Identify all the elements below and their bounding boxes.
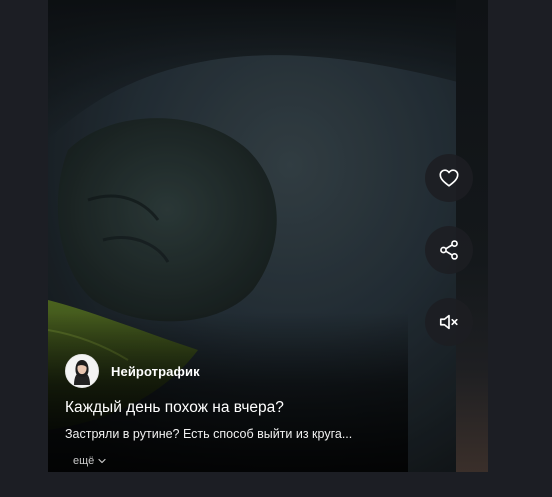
channel-name[interactable]: Нейротрафик [111, 364, 200, 379]
heart-icon [439, 169, 459, 187]
channel-row[interactable]: Нейротрафик [65, 354, 405, 388]
share-icon [440, 240, 458, 260]
avatar-woman-portrait-icon [66, 355, 98, 387]
share-button[interactable] [425, 226, 473, 274]
video-info-overlay: Нейротрафик Каждый день похож на вчера? … [65, 354, 405, 443]
more-button[interactable]: ещё [73, 455, 106, 467]
page: Нейротрафик Каждый день похож на вчера? … [0, 0, 552, 497]
avatar[interactable] [65, 354, 99, 388]
like-button[interactable] [425, 154, 473, 202]
video-title: Каждый день похож на вчера? [65, 399, 284, 416]
more-label: ещё [73, 455, 95, 467]
speaker-muted-icon [439, 314, 458, 330]
mute-button[interactable] [425, 298, 473, 346]
video-description: Застряли в рутине? Есть способ выйти из … [65, 427, 353, 441]
chevron-down-icon [98, 458, 106, 464]
